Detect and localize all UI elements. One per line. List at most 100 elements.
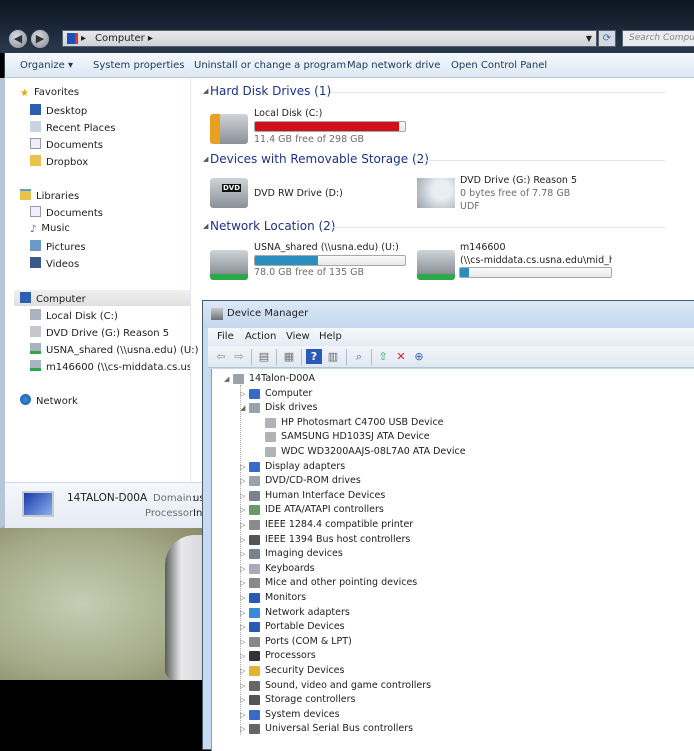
- nav-libraries[interactable]: Libraries: [20, 189, 79, 202]
- tree-category[interactable]: ◢ Disk drives: [212, 401, 692, 415]
- nav-computer[interactable]: Computer: [20, 292, 86, 305]
- tree-category[interactable]: ▷ Portable Devices: [212, 620, 692, 634]
- help-icon[interactable]: ?: [306, 349, 322, 364]
- search-input[interactable]: Search Computer: [622, 30, 694, 47]
- menu-help[interactable]: Help: [319, 331, 342, 342]
- nav-videos[interactable]: Videos: [30, 257, 79, 270]
- tree-category[interactable]: ▷ IDE ATA/ATAPI controllers: [212, 503, 692, 517]
- group-network-location[interactable]: Network Location (2): [210, 219, 335, 233]
- collapse-icon[interactable]: ◢: [203, 155, 208, 163]
- drive-name[interactable]: DVD RW Drive (D:): [254, 188, 343, 199]
- drive-name[interactable]: DVD Drive (G:) Reason 5: [460, 175, 577, 186]
- tree-category[interactable]: ▷ Sound, video and game controllers: [212, 679, 692, 693]
- nav-recent-places[interactable]: Recent Places: [30, 121, 116, 134]
- tree-category[interactable]: ▷ Network adapters: [212, 606, 692, 620]
- forward-button[interactable]: ▶: [30, 29, 50, 49]
- collapse-icon[interactable]: ◢: [203, 87, 208, 95]
- tree-category[interactable]: ▷ IEEE 1284.4 compatible printer: [212, 518, 692, 532]
- action-pane-icon[interactable]: ▥: [325, 349, 341, 364]
- nav-lib-documents[interactable]: Documents: [30, 206, 103, 219]
- nav-favorites[interactable]: ★ Favorites: [20, 87, 79, 99]
- tree-category[interactable]: ▷ IEEE 1394 Bus host controllers: [212, 533, 692, 547]
- tree-device[interactable]: WDC WD3200AAJS-08L7A0 ATA Device: [212, 445, 692, 459]
- tree-item-label: Human Interface Devices: [265, 489, 386, 501]
- nav-dvd-drive[interactable]: DVD Drive (G:) Reason 5: [30, 326, 169, 339]
- forward-arrow-icon[interactable]: ⇨: [231, 349, 247, 364]
- menu-view[interactable]: View: [286, 331, 310, 342]
- tree-item-label: IEEE 1284.4 compatible printer: [265, 519, 414, 530]
- tree-device[interactable]: HP Photosmart C4700 USB Device: [212, 416, 692, 430]
- nav-documents[interactable]: Documents: [30, 138, 103, 151]
- drive-free-space: 0 bytes free of 7.78 GB: [460, 188, 571, 199]
- folder-icon: [30, 155, 41, 166]
- scan-hardware-icon[interactable]: ⌕: [351, 349, 367, 364]
- tree-category[interactable]: ▷ Mice and other pointing devices: [212, 576, 692, 590]
- tree-item-label: Processors: [265, 650, 316, 662]
- tree-category[interactable]: ▷ Security Devices: [212, 664, 692, 678]
- tree-device[interactable]: SAMSUNG HD103SJ ATA Device: [212, 430, 692, 444]
- tree-category[interactable]: ▷ Ports (COM & LPT): [212, 635, 692, 649]
- tree-item-label: Imaging devices: [265, 548, 343, 560]
- tree-category[interactable]: ▷ Universal Serial Bus controllers: [212, 722, 692, 736]
- group-removable-storage[interactable]: Devices with Removable Storage (2): [210, 152, 429, 166]
- tree-item-label: DVD/CD-ROM drives: [265, 475, 361, 487]
- tree-item-label: Sound, video and game controllers: [265, 679, 432, 691]
- tree-category[interactable]: ▷ Processors: [212, 649, 692, 663]
- processor-value: In: [193, 508, 203, 519]
- breadcrumb-computer[interactable]: Computer: [95, 33, 145, 44]
- tree-category[interactable]: ▷ Computer: [212, 387, 692, 401]
- tree-category[interactable]: ▷ Monitors: [212, 591, 692, 605]
- dvd-drive-icon: [417, 178, 455, 208]
- tree-item-label: Universal Serial Bus controllers: [265, 723, 414, 735]
- device-category-icon: [265, 432, 276, 443]
- tree-category[interactable]: ▷ System devices: [212, 708, 692, 722]
- system-properties-button[interactable]: System properties: [93, 60, 185, 71]
- back-arrow-icon[interactable]: ⇦: [213, 349, 229, 364]
- nav-desktop[interactable]: Desktop: [30, 104, 87, 117]
- tree-category[interactable]: ▷ Human Interface Devices: [212, 489, 692, 503]
- tree-category[interactable]: ▷ Storage controllers: [212, 693, 692, 707]
- tree-root[interactable]: ◢ 14Talon-D00A: [212, 372, 692, 386]
- nav-local-disk[interactable]: Local Disk (C:): [30, 309, 118, 322]
- nav-m146600[interactable]: m146600 (\\cs-middata.cs.usna.edu: [30, 360, 190, 373]
- computer-icon: [22, 491, 54, 517]
- address-bar[interactable]: ▸ Computer ▸ ▼: [62, 30, 597, 47]
- update-driver-icon[interactable]: ⇧: [375, 349, 391, 364]
- group-hard-disk-drives[interactable]: Hard Disk Drives (1): [210, 84, 331, 98]
- refresh-button[interactable]: ⟳: [598, 30, 616, 47]
- nav-pictures[interactable]: Pictures: [30, 240, 86, 253]
- nav-music[interactable]: ♪ Music: [30, 223, 70, 235]
- show-hide-tree-icon[interactable]: ▤: [256, 349, 272, 364]
- uninstall-device-icon[interactable]: ✕: [393, 349, 409, 364]
- tree-category[interactable]: ▷ Display adapters: [212, 460, 692, 474]
- back-button[interactable]: ◀: [8, 29, 28, 49]
- libraries-icon: [20, 189, 31, 200]
- drive-name[interactable]: USNA_shared (\\usna.edu) (U:): [254, 242, 399, 253]
- window-title: Device Manager: [227, 308, 309, 319]
- drive-free-space: 11.4 GB free of 298 GB: [254, 134, 365, 145]
- dropdown-arrow-icon[interactable]: ▼: [586, 31, 592, 46]
- title-bar[interactable]: Device Manager: [203, 301, 694, 328]
- enable-device-icon[interactable]: ⊕: [411, 349, 427, 364]
- tree-category[interactable]: ▷ Keyboards: [212, 562, 692, 576]
- tree-category[interactable]: ▷ DVD/CD-ROM drives: [212, 474, 692, 488]
- drive-free-space: 78.0 GB free of 135 GB: [254, 267, 365, 278]
- drive-name[interactable]: Local Disk (C:): [254, 108, 322, 119]
- open-control-panel-button[interactable]: Open Control Panel: [451, 60, 547, 71]
- nav-usna-shared[interactable]: USNA_shared (\\usna.edu) (U:): [30, 343, 198, 356]
- organize-button[interactable]: Organize ▾: [20, 60, 73, 71]
- menu-action[interactable]: Action: [245, 331, 276, 342]
- tree-item-label: Portable Devices: [265, 621, 345, 633]
- nav-dropbox[interactable]: Dropbox: [30, 155, 88, 168]
- collapse-icon[interactable]: ◢: [224, 372, 229, 386]
- properties-icon[interactable]: ▦: [281, 349, 297, 364]
- tree-category[interactable]: ▷ Imaging devices: [212, 547, 692, 561]
- tree-item-label: Monitors: [265, 592, 307, 603]
- menu-file[interactable]: File: [217, 331, 234, 342]
- collapse-icon[interactable]: ◢: [203, 222, 208, 230]
- drive-name[interactable]: m146600: [460, 242, 506, 253]
- wallpaper-figure: [165, 535, 205, 680]
- nav-network[interactable]: Network: [20, 394, 78, 407]
- uninstall-program-button[interactable]: Uninstall or change a program: [194, 60, 346, 71]
- map-network-drive-button[interactable]: Map network drive: [347, 60, 440, 71]
